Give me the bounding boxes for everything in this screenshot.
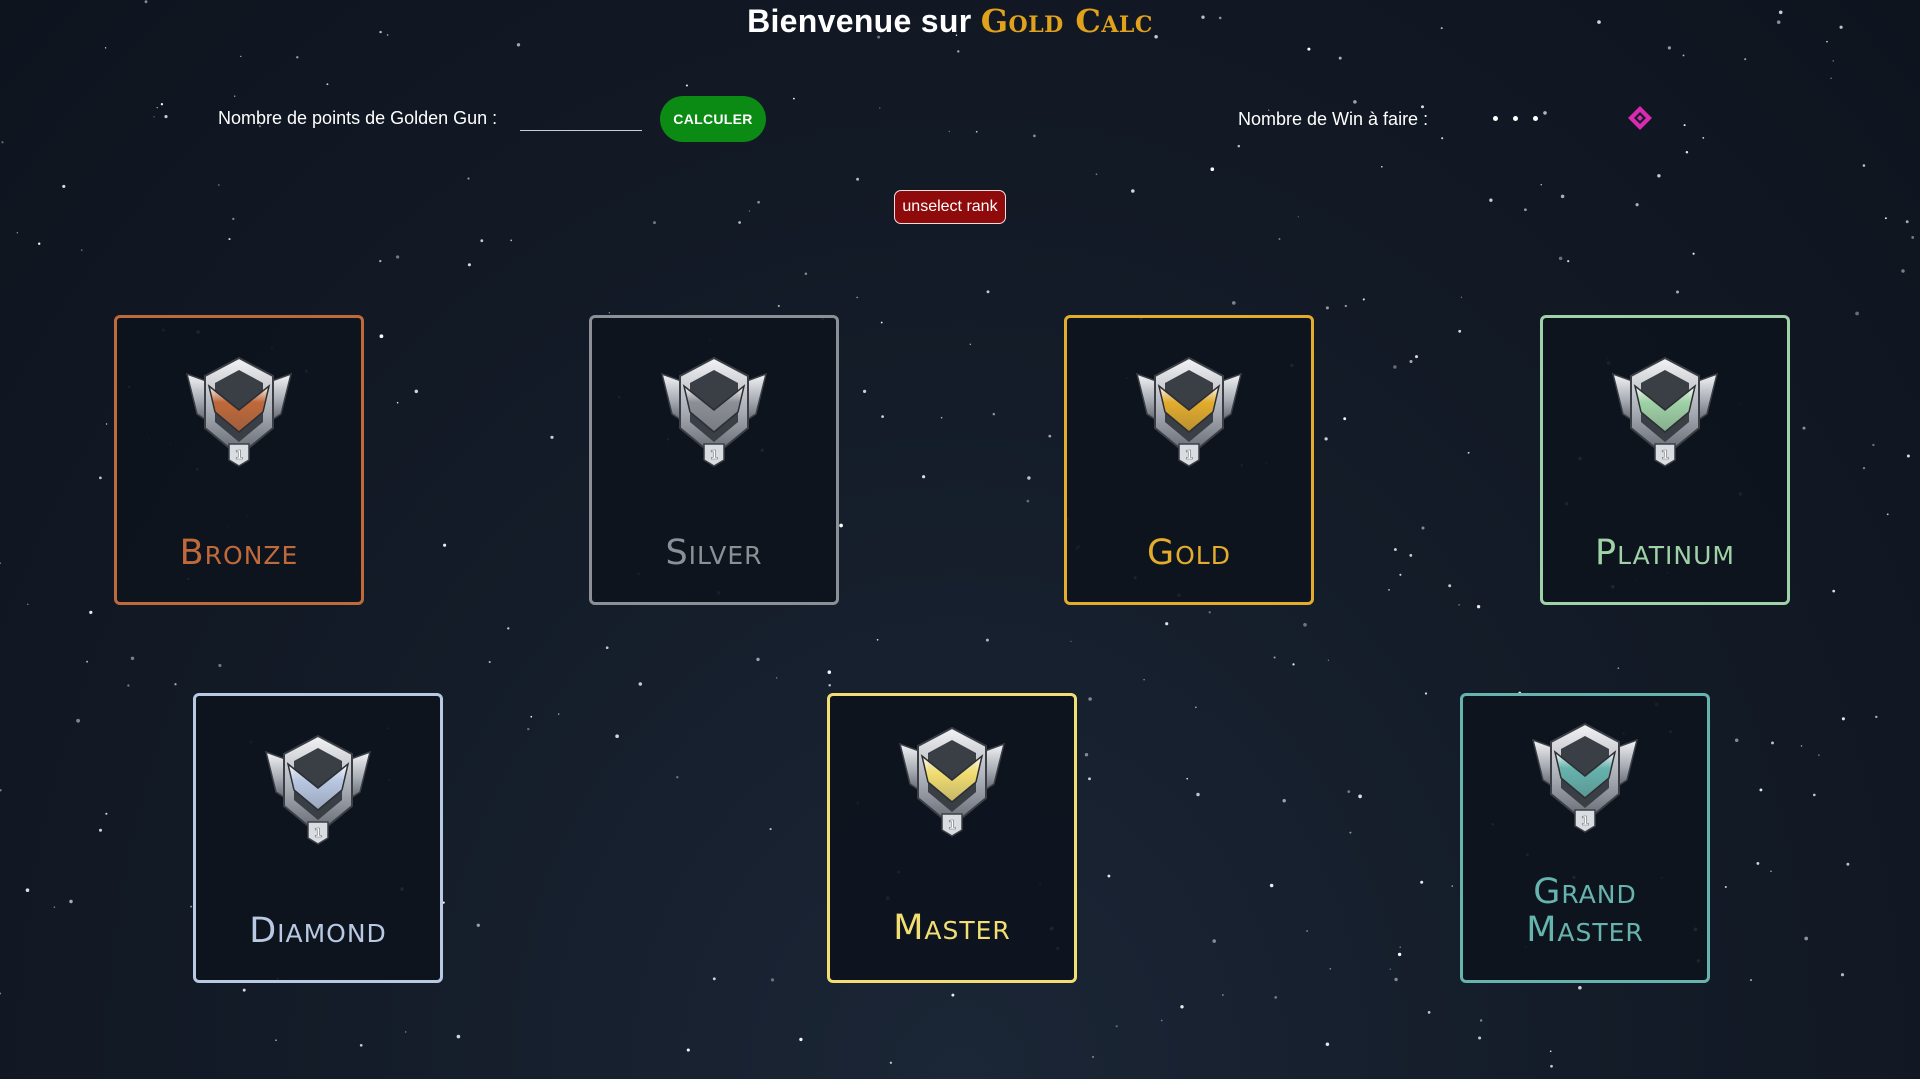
title-prefix: Bienvenue sur <box>747 3 972 39</box>
loading-spinner-icon <box>1628 106 1652 130</box>
rank-card-bronze[interactable]: 1 Bronze <box>114 315 364 605</box>
rank-name-platinum: Platinum <box>1595 533 1735 573</box>
rank-name-bronze: Bronze <box>179 533 299 573</box>
grand-master-rank-icon: 1 <box>1531 722 1639 833</box>
platinum-rank-icon: 1 <box>1611 356 1719 467</box>
wins-needed-label: Nombre de Win à faire : <box>1238 109 1429 129</box>
rank-card-platinum[interactable]: 1 Platinum <box>1540 315 1790 605</box>
bronze-rank-icon: 1 <box>185 356 293 467</box>
svg-text:1: 1 <box>1185 448 1193 462</box>
page-title: Bienvenue sur Gold Calc <box>0 2 1900 40</box>
rank-name-master: Master <box>893 908 1011 948</box>
rank-card-gold[interactable]: 1 Gold <box>1064 315 1314 605</box>
gold-rank-icon: 1 <box>1135 356 1243 467</box>
svg-text:1: 1 <box>235 448 243 462</box>
svg-text:1: 1 <box>314 826 322 840</box>
rank-card-master[interactable]: 1 Master <box>827 693 1077 983</box>
rank-name-grand-master: Grand Master <box>1526 872 1644 950</box>
rank-card-grand-master[interactable]: 1 Grand Master <box>1460 693 1710 983</box>
brand-name: Gold Calc <box>980 2 1153 40</box>
svg-text:1: 1 <box>1581 814 1589 828</box>
svg-text:1: 1 <box>1661 448 1669 462</box>
svg-text:1: 1 <box>948 818 956 832</box>
golden-gun-points-label: Nombre de points de Golden Gun : <box>218 108 498 128</box>
rank-name-diamond: Diamond <box>249 911 387 951</box>
rank-card-diamond[interactable]: 1 Diamond <box>193 693 443 983</box>
rank-name-gold: Gold <box>1147 533 1231 573</box>
unselect-rank-button[interactable]: unselect rank <box>894 190 1006 224</box>
svg-text:1: 1 <box>710 448 718 462</box>
silver-rank-icon: 1 <box>660 356 768 467</box>
diamond-rank-icon: 1 <box>264 734 372 845</box>
calculate-button[interactable]: CALCULER <box>660 96 766 142</box>
golden-gun-points-input[interactable] <box>520 104 642 131</box>
rank-card-silver[interactable]: 1 Silver <box>589 315 839 605</box>
master-rank-icon: 1 <box>898 726 1006 837</box>
wins-loading-dots <box>1493 116 1538 121</box>
rank-name-silver: Silver <box>665 533 763 573</box>
